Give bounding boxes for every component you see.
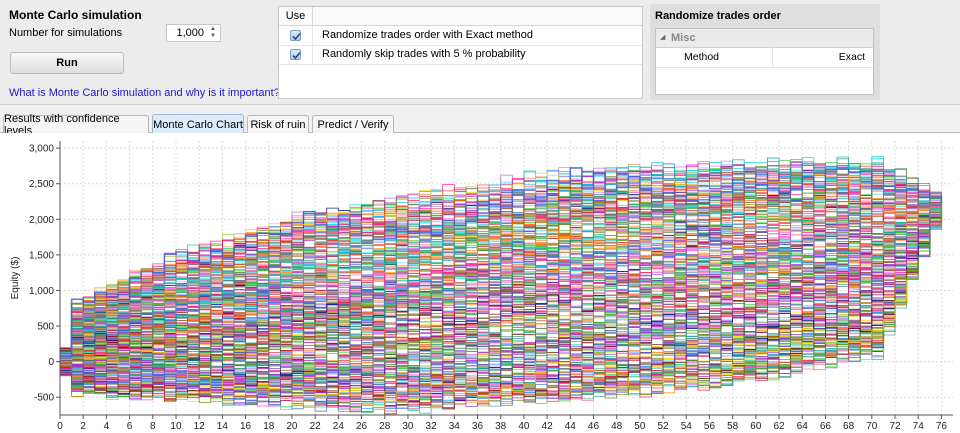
y-tick-label: 0	[48, 357, 54, 368]
property-divider	[772, 47, 773, 67]
settings-area: Monte Carlo simulation Number for simula…	[0, 0, 960, 104]
x-tick-label: 4	[104, 421, 110, 432]
monte-carlo-help-link[interactable]: What is Monte Carlo simulation and why i…	[9, 87, 280, 99]
property-category-label: Misc	[671, 32, 696, 44]
x-tick-label: 44	[565, 421, 577, 432]
method-check-cell	[279, 26, 313, 45]
method-check-cell	[279, 45, 313, 64]
x-tick-label: 20	[286, 421, 298, 432]
method-label: Randomly skip trades with 5 % probabilit…	[322, 48, 526, 60]
x-tick-label: 62	[773, 421, 785, 432]
randomize-order-checkbox[interactable]	[290, 30, 301, 41]
monte-carlo-window: Monte Carlo simulation Number for simula…	[0, 0, 960, 433]
equity-chart: -50005001,0001,5002,0002,5003,0000 2 4 6 8 10…	[10, 141, 953, 432]
property-category-misc[interactable]: ◢ Misc	[656, 29, 873, 48]
x-tick-label: 56	[704, 421, 716, 432]
y-tick-label: 2,500	[29, 179, 54, 190]
x-tick-label: 68	[843, 421, 855, 432]
simulations-count-value: 1,000	[176, 27, 204, 39]
y-tick-label: 1,500	[29, 250, 54, 261]
x-tick-label: 8	[150, 421, 156, 432]
method-row-randomize[interactable]: Randomize trades order with Exact method	[279, 26, 642, 46]
x-tick-label: 34	[449, 421, 461, 432]
tab-predict-verify[interactable]: Predict / Verify	[312, 115, 394, 134]
tab-risk-of-ruin[interactable]: Risk of ruin	[247, 115, 309, 134]
monte-carlo-chart: -500 0 500 1,000 1,500 2,000 2,500 3,000 0 2 4 6 8 10…	[0, 133, 960, 433]
x-tick-label: 32	[426, 421, 438, 432]
properties-panel: Randomize trades order ◢ Misc Method Exa…	[650, 4, 880, 100]
tab-monte-carlo-chart[interactable]: Monte Carlo Chart	[152, 114, 244, 134]
checkmark-icon	[292, 51, 301, 60]
x-tick-label: 16	[240, 421, 252, 432]
skip-trades-checkbox[interactable]	[290, 49, 301, 60]
x-tick-label: 48	[611, 421, 623, 432]
tab-results-confidence[interactable]: Results with confidence levels	[3, 113, 149, 137]
y-tick-label: 2,000	[29, 215, 54, 226]
checkmark-icon	[292, 32, 301, 41]
x-tick-label: 28	[379, 421, 391, 432]
x-tick-label: 38	[495, 421, 507, 432]
properties-title: Randomize trades order	[655, 10, 781, 22]
x-tick-label: 10	[170, 421, 182, 432]
x-tick-label: 46	[588, 421, 600, 432]
method-label: Randomize trades order with Exact method	[322, 29, 533, 41]
x-tick-label: 2	[80, 421, 86, 432]
y-axis-label: Equity ($)	[10, 257, 21, 300]
x-tick-label: 52	[658, 421, 670, 432]
x-tick-label: 60	[750, 421, 762, 432]
x-tick-label: 74	[913, 421, 925, 432]
property-grid: ◢ Misc Method Exact	[655, 28, 874, 95]
panel-title: Monte Carlo simulation	[9, 8, 142, 22]
y-tick-label: 1,000	[29, 286, 54, 297]
methods-table: Use Randomize trades order with Exact me…	[278, 6, 643, 99]
x-tick-label: 76	[936, 421, 948, 432]
x-tick-label: 24	[333, 421, 345, 432]
x-tick-label: 22	[310, 421, 322, 432]
x-tick-label: 58	[727, 421, 739, 432]
simulation-lines	[60, 156, 943, 415]
x-tick-label: 14	[217, 421, 229, 432]
methods-table-header: Use	[279, 7, 642, 26]
x-tick-label: 66	[820, 421, 832, 432]
method-row-skip[interactable]: Randomly skip trades with 5 % probabilit…	[279, 45, 642, 65]
simulations-count-stepper[interactable]: 1,000 ▲ ▼	[166, 24, 221, 42]
x-tick-label: 36	[472, 421, 484, 432]
property-row-method[interactable]: Method Exact	[656, 47, 873, 68]
x-tick-label: 6	[127, 421, 133, 432]
property-name: Method	[684, 51, 720, 63]
use-column-header: Use	[279, 7, 313, 25]
run-button[interactable]: Run	[10, 52, 124, 74]
y-tick-label: 500	[37, 322, 54, 333]
simulations-count-label: Number for simulations	[9, 27, 123, 39]
x-tick-label: 26	[356, 421, 368, 432]
collapse-triangle-icon[interactable]: ◢	[660, 33, 665, 41]
x-tick-label: 72	[889, 421, 901, 432]
x-tick-label: 50	[634, 421, 646, 432]
x-tick-label: 70	[866, 421, 878, 432]
results-tabs: Results with confidence levels Monte Car…	[0, 104, 960, 137]
x-tick-label: 64	[797, 421, 809, 432]
x-tick-label: 0	[57, 421, 63, 432]
x-tick-label: 30	[402, 421, 414, 432]
x-tick-label: 40	[518, 421, 530, 432]
x-tick-label: 54	[681, 421, 693, 432]
x-tick-label: 42	[542, 421, 554, 432]
property-value[interactable]: Exact	[839, 51, 865, 63]
y-tick-label: 3,000	[29, 144, 54, 155]
x-tick-label: 12	[194, 421, 206, 432]
y-tick-label: -500	[34, 393, 54, 404]
x-tick-label: 18	[263, 421, 275, 432]
spin-arrows-icon[interactable]: ▲ ▼	[208, 26, 218, 40]
